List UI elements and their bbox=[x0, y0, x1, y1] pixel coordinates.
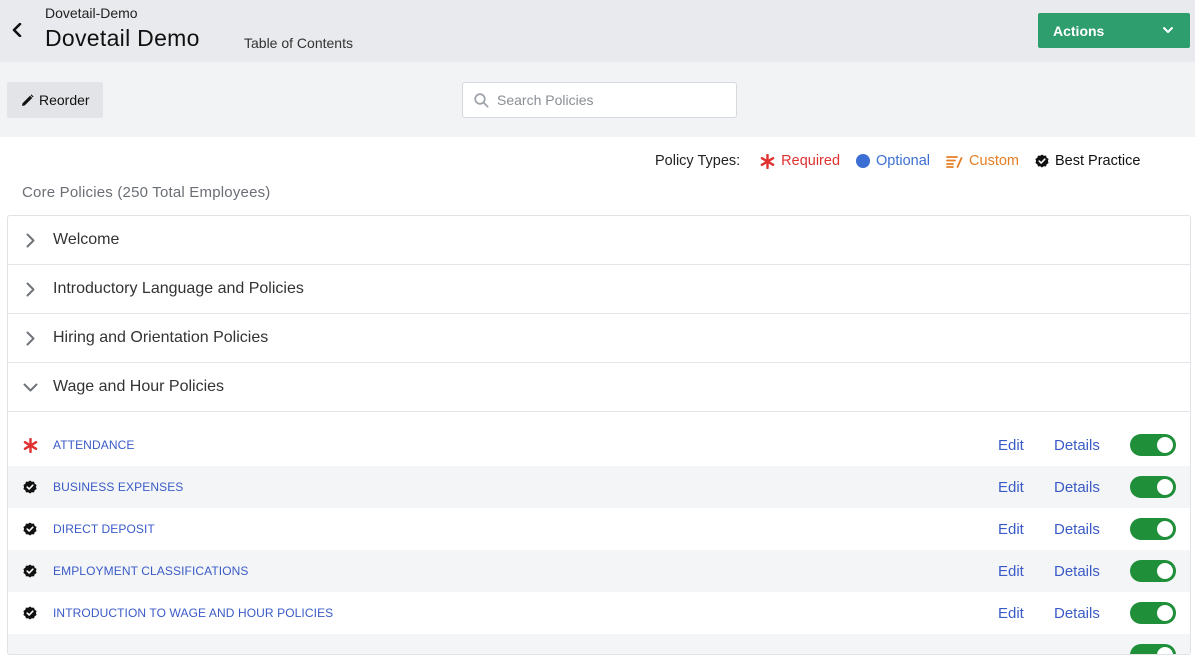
page-title: Dovetail Demo bbox=[45, 25, 200, 51]
category-row-welcome[interactable]: Welcome bbox=[8, 216, 1190, 265]
toggle-knob bbox=[1157, 647, 1173, 654]
details-link[interactable]: Details bbox=[1054, 605, 1100, 622]
edit-link[interactable]: Edit bbox=[998, 521, 1024, 538]
chevron-right-icon bbox=[26, 331, 34, 345]
asterisk-icon bbox=[760, 153, 775, 169]
policy-name-link[interactable]: EMPLOYMENT CLASSIFICATIONS bbox=[53, 564, 249, 578]
legend-required: Required bbox=[760, 153, 840, 169]
page-subtitle: Table of Contents bbox=[244, 35, 353, 51]
legend-required-label: Required bbox=[781, 153, 841, 169]
back-button[interactable] bbox=[8, 19, 26, 41]
search-input[interactable] bbox=[497, 92, 727, 108]
toolbar: Reorder bbox=[0, 62, 1195, 137]
toggle-knob bbox=[1157, 521, 1173, 537]
edit-link[interactable]: Edit bbox=[998, 563, 1024, 580]
category-label: Hiring and Orientation Policies bbox=[53, 329, 269, 346]
legend-label: Policy Types: bbox=[655, 153, 741, 169]
policy-toggle[interactable] bbox=[1130, 602, 1176, 624]
toggle-knob bbox=[1157, 563, 1173, 579]
policy-toggle[interactable] bbox=[1130, 518, 1176, 540]
toggle-knob bbox=[1157, 479, 1173, 495]
reorder-button[interactable]: Reorder bbox=[7, 82, 103, 118]
policy-types-legend: Policy Types: Required Optional Custom B… bbox=[655, 153, 1140, 169]
custom-lines-icon bbox=[946, 155, 963, 168]
actions-label: Actions bbox=[1053, 22, 1105, 39]
badge-check-icon bbox=[23, 606, 37, 620]
breadcrumb[interactable]: Dovetail-Demo bbox=[45, 5, 138, 21]
badge-check-icon bbox=[1035, 154, 1049, 168]
toggle-knob bbox=[1157, 605, 1173, 621]
section-title: Core Policies (250 Total Employees) bbox=[22, 184, 271, 201]
policy-row-partial bbox=[8, 634, 1190, 654]
actions-dropdown-button[interactable]: Actions bbox=[1038, 13, 1190, 48]
page-header: Dovetail-Demo Dovetail Demo Table of Con… bbox=[0, 0, 1195, 62]
details-link[interactable]: Details bbox=[1054, 479, 1100, 496]
policy-card: Welcome Introductory Language and Polici… bbox=[7, 215, 1191, 655]
circle-icon bbox=[856, 154, 871, 168]
policy-toggle[interactable] bbox=[1130, 476, 1176, 498]
badge-check-icon bbox=[23, 480, 37, 494]
search-icon bbox=[474, 92, 489, 107]
category-label: Introductory Language and Policies bbox=[53, 280, 304, 297]
chevron-down-icon bbox=[23, 383, 37, 391]
policy-name-link[interactable]: ATTENDANCE bbox=[53, 438, 134, 452]
reorder-label: Reorder bbox=[39, 92, 90, 108]
policy-row: INTRODUCTION TO WAGE AND HOUR POLICIES E… bbox=[8, 592, 1190, 634]
legend-optional-label: Optional bbox=[876, 153, 931, 169]
chevron-right-icon bbox=[26, 233, 34, 247]
policy-toggle[interactable] bbox=[1130, 434, 1176, 456]
category-row-hiring[interactable]: Hiring and Orientation Policies bbox=[8, 314, 1190, 363]
details-link[interactable]: Details bbox=[1054, 521, 1100, 538]
search-box[interactable] bbox=[462, 82, 737, 118]
policy-row: DIRECT DEPOSIT Edit Details bbox=[8, 508, 1190, 550]
toggle-knob bbox=[1157, 437, 1173, 453]
legend-custom-label: Custom bbox=[969, 153, 1019, 169]
policy-name-link[interactable]: DIRECT DEPOSIT bbox=[53, 522, 155, 536]
category-row-introductory[interactable]: Introductory Language and Policies bbox=[8, 265, 1190, 314]
legend-best-practice: Best Practice bbox=[1035, 153, 1140, 169]
policy-row: EMPLOYMENT CLASSIFICATIONS Edit Details bbox=[8, 550, 1190, 592]
edit-link[interactable]: Edit bbox=[998, 479, 1024, 496]
badge-check-icon bbox=[23, 564, 37, 578]
category-label: Wage and Hour Policies bbox=[53, 378, 225, 395]
details-link[interactable]: Details bbox=[1054, 437, 1100, 454]
policy-name-link[interactable]: BUSINESS EXPENSES bbox=[53, 480, 183, 494]
legend-best-practice-label: Best Practice bbox=[1055, 153, 1141, 169]
chevron-right-icon bbox=[26, 282, 34, 296]
category-label: Welcome bbox=[53, 231, 120, 248]
badge-check-icon bbox=[23, 522, 37, 536]
category-row-wage-hour[interactable]: Wage and Hour Policies bbox=[8, 363, 1190, 412]
legend-optional: Optional bbox=[856, 153, 930, 169]
legend-custom: Custom bbox=[946, 153, 1019, 169]
policy-row: ATTENDANCE Edit Details bbox=[8, 424, 1190, 466]
edit-link[interactable]: Edit bbox=[998, 437, 1024, 454]
policy-row: BUSINESS EXPENSES Edit Details bbox=[8, 466, 1190, 508]
details-link[interactable]: Details bbox=[1054, 563, 1100, 580]
edit-link[interactable]: Edit bbox=[998, 605, 1024, 622]
policy-toggle[interactable] bbox=[1130, 560, 1176, 582]
chevron-left-icon bbox=[12, 23, 22, 37]
policy-name-link[interactable]: INTRODUCTION TO WAGE AND HOUR POLICIES bbox=[53, 606, 333, 620]
chevron-down-icon bbox=[1163, 27, 1173, 33]
asterisk-icon bbox=[23, 437, 37, 453]
policy-list: ATTENDANCE Edit Details BUSINESS EXPENSE… bbox=[8, 412, 1190, 654]
pencil-icon bbox=[22, 93, 34, 106]
